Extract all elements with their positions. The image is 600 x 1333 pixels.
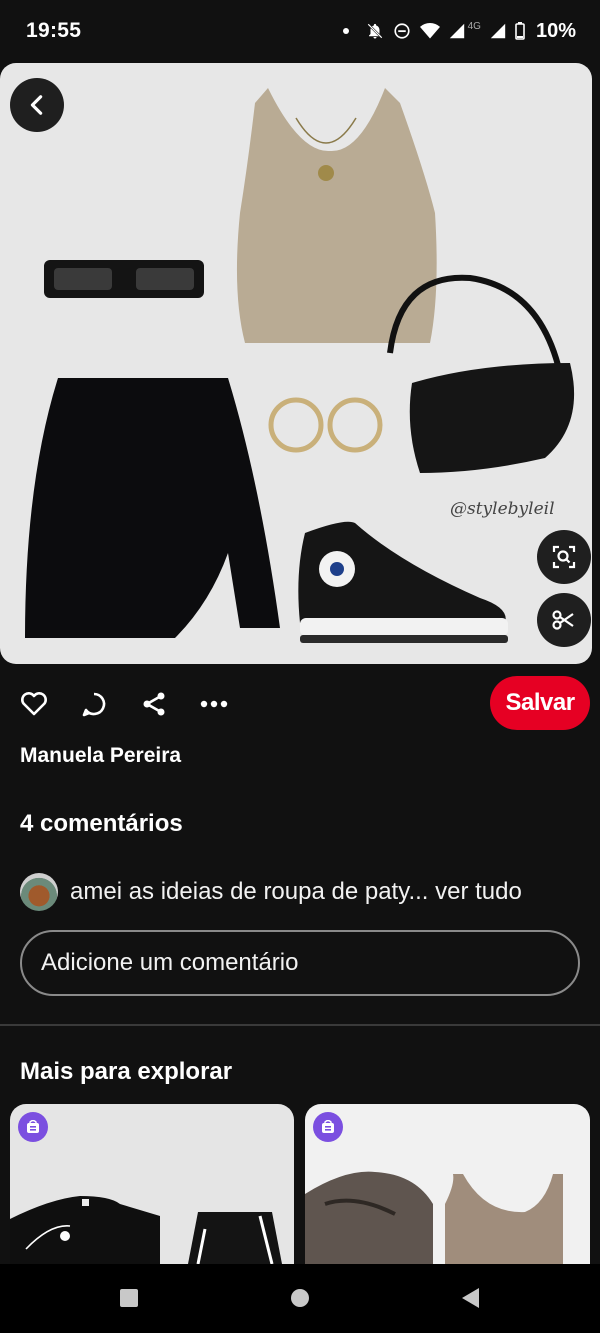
explore-card-image — [10, 1196, 282, 1264]
status-bar: 19:55 4G 10% — [0, 0, 600, 62]
heart-icon — [21, 692, 47, 716]
outfit-collage — [25, 88, 575, 643]
save-button[interactable]: Salvar — [490, 676, 590, 730]
signal-icon — [449, 23, 464, 39]
lens-icon — [552, 545, 576, 569]
recents-icon — [120, 1289, 138, 1307]
shopping-bag-icon — [27, 1120, 39, 1133]
share-button[interactable] — [138, 688, 170, 720]
like-button[interactable] — [18, 688, 50, 720]
comments-count: 4 comentários — [20, 810, 183, 837]
comment-icon — [82, 692, 106, 717]
battery-icon — [515, 22, 525, 40]
system-back-button[interactable] — [458, 1286, 482, 1310]
shopping-badge — [313, 1112, 343, 1142]
home-button[interactable] — [288, 1286, 312, 1310]
status-time: 19:55 — [26, 19, 82, 42]
pin-author-name[interactable]: Manuela Pereira — [20, 744, 181, 768]
more-icon — [200, 700, 228, 708]
recents-button[interactable] — [117, 1286, 141, 1310]
system-nav-bar — [0, 1264, 600, 1333]
comment-button[interactable] — [78, 688, 110, 720]
share-icon — [143, 692, 165, 716]
back-button[interactable] — [10, 78, 64, 132]
explore-card[interactable] — [10, 1104, 294, 1264]
explore-card[interactable] — [305, 1104, 590, 1264]
sneaker-image — [298, 521, 508, 643]
status-icons: 4G 10% — [342, 19, 576, 43]
shopping-bag-icon — [322, 1120, 334, 1133]
chevron-left-icon — [30, 95, 43, 115]
shopping-badge — [18, 1112, 48, 1142]
add-comment-input[interactable]: Adicione um comentário — [20, 930, 580, 996]
do-not-disturb-icon — [394, 23, 410, 39]
home-icon — [291, 1289, 309, 1307]
comment-preview[interactable]: amei as ideias de roupa de paty... ver t… — [20, 872, 590, 912]
pin-actions: Salvar — [0, 676, 600, 732]
sunglasses-image — [44, 260, 204, 298]
image-watermark: @stylebyleil — [450, 499, 555, 519]
earrings-image — [268, 397, 383, 453]
more-options-button[interactable] — [198, 688, 230, 720]
battery-level: 10% — [535, 19, 576, 42]
skirt-image — [25, 378, 280, 638]
cutout-button[interactable] — [537, 593, 591, 647]
pin-image[interactable]: @stylebyleil — [0, 63, 592, 664]
signal-icon-2 — [490, 23, 506, 39]
notification-dot-icon — [342, 28, 349, 34]
avatar[interactable] — [20, 873, 58, 911]
network-type: 4G — [467, 20, 481, 32]
notifications-off-icon — [367, 23, 383, 39]
wifi-icon — [419, 23, 440, 39]
add-comment-placeholder: Adicione um comentário — [41, 949, 299, 976]
comment-preview-text[interactable]: amei as ideias de roupa de paty... ver t… — [70, 878, 522, 906]
scissors-icon — [552, 610, 574, 630]
back-icon — [462, 1288, 479, 1308]
divider — [0, 1024, 600, 1026]
visual-search-button[interactable] — [537, 530, 591, 584]
more-to-explore-title: Mais para explorar — [20, 1058, 233, 1085]
explore-card-image — [305, 1171, 563, 1264]
